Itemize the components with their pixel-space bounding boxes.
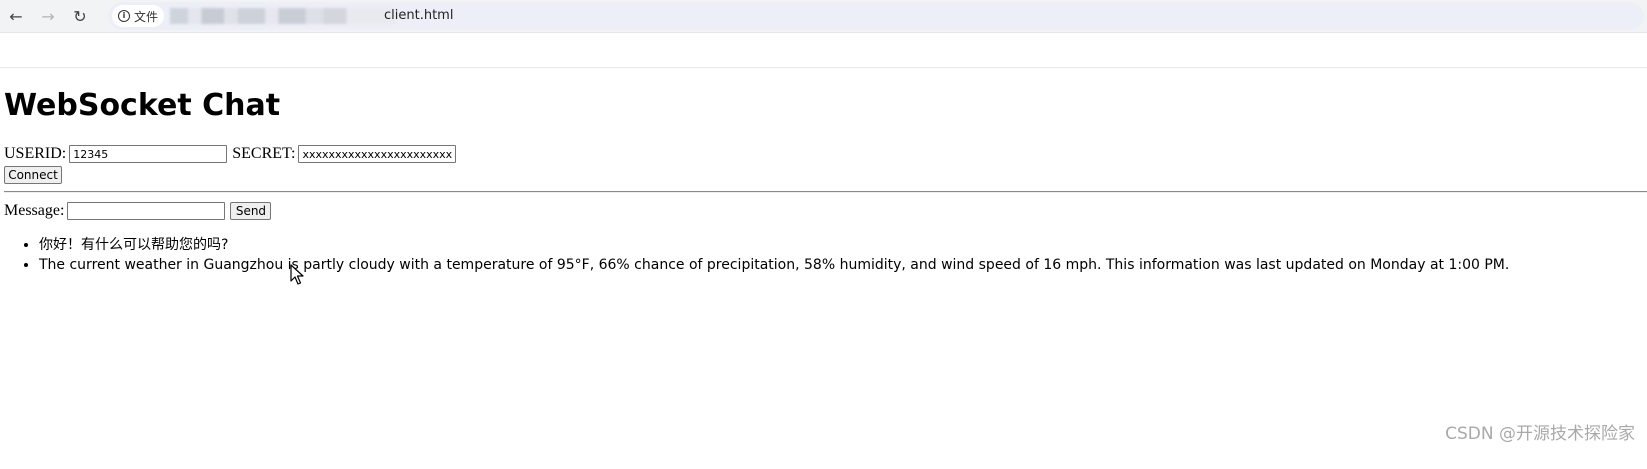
reload-icon: ↻ bbox=[73, 6, 87, 26]
secret-label: SECRET: bbox=[232, 145, 296, 162]
list-item: The current weather in Guangzhou is part… bbox=[39, 255, 1509, 275]
message-input[interactable] bbox=[67, 202, 226, 220]
back-button[interactable]: ← bbox=[4, 4, 28, 28]
forward-button[interactable]: → bbox=[36, 4, 60, 28]
page-title: WebSocket Chat bbox=[4, 88, 281, 123]
arrow-right-icon: → bbox=[41, 6, 55, 26]
reload-button[interactable]: ↻ bbox=[68, 4, 92, 28]
info-icon: i bbox=[118, 10, 130, 22]
mouse-cursor-icon bbox=[290, 264, 304, 285]
connect-button[interactable]: Connect bbox=[4, 166, 62, 184]
browser-toolbar: ← → ↻ i 文件 client.html bbox=[0, 0, 1647, 33]
horizontal-divider bbox=[4, 191, 1647, 193]
list-item: 你好！有什么可以帮助您的吗? bbox=[39, 235, 1509, 255]
userid-label: USERID: bbox=[4, 145, 67, 162]
arrow-left-icon: ← bbox=[9, 6, 23, 26]
address-bar[interactable]: i 文件 client.html bbox=[108, 2, 1644, 30]
watermark: CSDN @开源技术探险家 bbox=[1445, 424, 1635, 444]
site-info-chip[interactable]: i 文件 bbox=[112, 5, 165, 27]
blurred-url-path bbox=[170, 8, 396, 24]
site-info-label: 文件 bbox=[134, 9, 159, 24]
messages-list: 你好！有什么可以帮助您的吗? The current weather in Gu… bbox=[0, 235, 1509, 275]
message-label: Message: bbox=[4, 202, 65, 219]
bookmarks-separator bbox=[0, 67, 1647, 68]
credentials-row: USERID: SECRET: bbox=[4, 144, 457, 164]
secret-input[interactable] bbox=[298, 145, 457, 163]
message-row: Message: Send bbox=[4, 201, 272, 221]
url-text: client.html bbox=[384, 8, 454, 23]
userid-input[interactable] bbox=[69, 145, 228, 163]
send-button[interactable]: Send bbox=[230, 202, 272, 220]
